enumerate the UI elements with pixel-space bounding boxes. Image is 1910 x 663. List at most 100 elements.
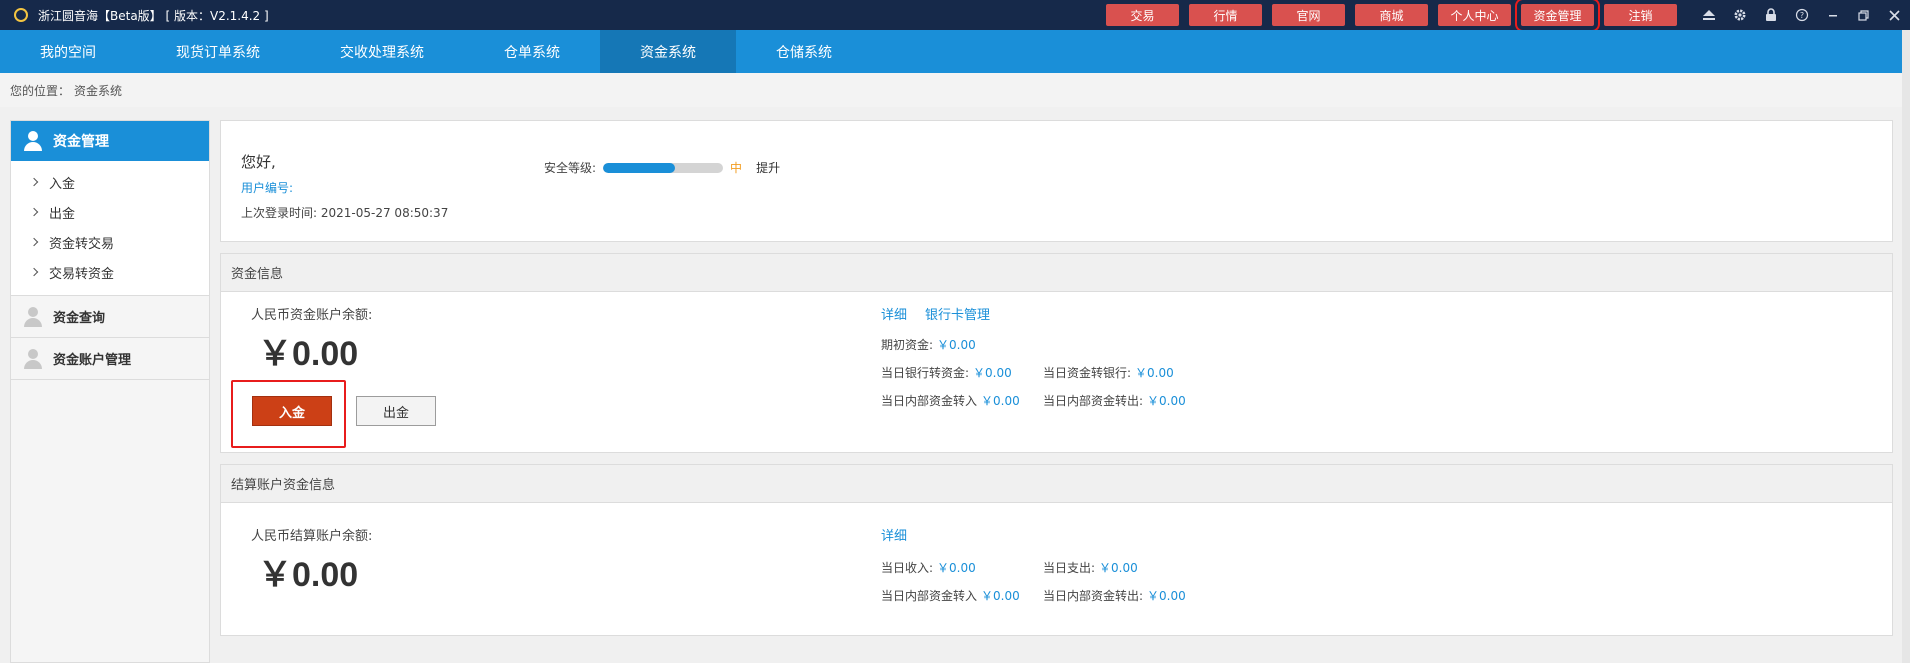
user-info-panel: 您好, 用户编号: 上次登录时间: 2021-05-27 08:50:37 安全… (220, 120, 1893, 242)
chevron-right-icon (29, 207, 39, 217)
sidebar-item-label: 交易转资金 (49, 266, 115, 282)
sidebar-item-fund-to-trade[interactable]: 资金转交易 (11, 227, 209, 257)
daily-expense-label: 当日支出: (1043, 561, 1096, 575)
help-icon[interactable]: ? (1786, 0, 1817, 30)
sidebar-header-fund-management[interactable]: 资金管理 (11, 121, 209, 161)
bank-card-management-link[interactable]: 银行卡管理 (925, 304, 990, 323)
personal-center-button[interactable]: 个人中心 (1438, 4, 1511, 26)
sidebar-item-label: 资金转交易 (49, 236, 115, 252)
bank-to-fund: 当日银行转资金: ￥0.00 (881, 364, 1012, 381)
daily-income-value: ￥0.00 (937, 561, 976, 575)
title-actions: 交易 行情 官网 商城 个人中心 资金管理 注销 ? (1106, 0, 1910, 32)
sidebar-item-label: 出金 (49, 206, 76, 222)
internal-out-value: ￥0.00 (1147, 394, 1186, 408)
app-logo-icon (14, 8, 28, 22)
last-login-label: 上次登录时间: (241, 206, 318, 220)
nav-funds-system[interactable]: 资金系统 (600, 30, 736, 73)
nav-my-space[interactable]: 我的空间 (0, 30, 136, 73)
fund-to-bank-value: ￥0.00 (1135, 366, 1174, 380)
upgrade-link[interactable]: 提升 (756, 159, 780, 176)
internal-in-label: 当日内部资金转入 (881, 394, 978, 408)
fund-balance-amount: ￥0.00 (258, 335, 359, 373)
sidebar-item-label: 入金 (49, 176, 76, 192)
title-bar: 浙江圆音海【Beta版】 [ 版本：V2.1.4.2 ] 交易 行情 官网 商城… (0, 0, 1910, 32)
sidebar-section-account-management[interactable]: 资金账户管理 (11, 338, 209, 380)
app-title: 浙江圆音海【Beta版】 [ 版本：V2.1.4.2 ] (38, 8, 269, 23)
user-icon (23, 306, 43, 327)
internal-out-label: 当日内部资金转出: (1043, 394, 1144, 408)
settlement-balance-label: 人民币结算账户余额: (251, 529, 373, 544)
settlement-internal-out-label: 当日内部资金转出: (1043, 589, 1144, 603)
security-label: 安全等级: (544, 161, 597, 175)
gear-icon[interactable] (1724, 0, 1755, 30)
internal-in: 当日内部资金转入 ￥0.00 (881, 392, 1020, 409)
opening-funds-value: ￥0.00 (937, 338, 976, 352)
daily-expense: 当日支出: ￥0.00 (1043, 559, 1138, 576)
fund-to-bank: 当日资金转银行: ￥0.00 (1043, 364, 1174, 381)
security-progress-bar (603, 162, 724, 173)
bank-to-fund-value: ￥0.00 (973, 366, 1012, 380)
daily-income-label: 当日收入: (881, 561, 934, 575)
bank-to-fund-label: 当日银行转资金: (881, 366, 970, 380)
trade-button[interactable]: 交易 (1106, 4, 1179, 26)
website-button[interactable]: 官网 (1272, 4, 1345, 26)
sidebar-item-withdraw[interactable]: 出金 (11, 197, 209, 227)
fund-to-bank-label: 当日资金转银行: (1043, 366, 1132, 380)
fund-balance-label: 人民币资金账户余额: (251, 308, 373, 323)
settlement-info-panel: 结算账户资金信息 人民币结算账户余额: ￥0.00 详细 当日收入: ￥0.00 … (220, 464, 1893, 636)
breadcrumb-current: 资金系统 (74, 83, 123, 98)
sidebar-section-fund-query[interactable]: 资金查询 (11, 296, 209, 338)
settlement-internal-in-value: ￥0.00 (981, 589, 1020, 603)
fund-info-title: 资金信息 (221, 254, 1892, 292)
sidebar-item-deposit[interactable]: 入金 (11, 167, 209, 197)
greeting: 您好, (241, 153, 276, 171)
sidebar-header-label: 资金管理 (53, 134, 109, 150)
sidebar-section-label: 资金查询 (53, 311, 106, 326)
settlement-links: 详细 (881, 525, 925, 544)
breadcrumb: 您的位置： 资金系统 (0, 73, 1902, 107)
close-icon[interactable] (1879, 0, 1910, 30)
opening-funds-label: 期初资金: (881, 338, 934, 352)
user-icon (23, 348, 43, 369)
minimize-icon[interactable] (1817, 0, 1848, 30)
sidebar-section-label: 资金账户管理 (53, 353, 132, 368)
fund-management-button[interactable]: 资金管理 (1515, 0, 1600, 32)
restore-icon[interactable] (1848, 0, 1879, 30)
daily-income: 当日收入: ￥0.00 (881, 559, 976, 576)
deposit-button[interactable]: 入金 (252, 396, 332, 426)
fund-info-panel: 资金信息 人民币资金账户余额: ￥0.00 入金 出金 详细 银行卡管理 期初资… (220, 253, 1893, 453)
breadcrumb-prefix: 您的位置： (10, 83, 71, 98)
logout-button[interactable]: 注销 (1604, 4, 1677, 26)
settlement-balance-amount: ￥0.00 (258, 556, 359, 594)
mall-button[interactable]: 商城 (1355, 4, 1428, 26)
internal-in-value: ￥0.00 (981, 394, 1020, 408)
lock-icon[interactable] (1755, 0, 1786, 30)
vertical-scrollbar[interactable] (1902, 30, 1910, 663)
security-level-value: 中 (730, 161, 743, 175)
fund-links: 详细 银行卡管理 (881, 304, 1008, 323)
svg-text:?: ? (1799, 11, 1803, 20)
sidebar: 资金管理 入金 出金 资金转交易 交易转资金 资金查询 资金账户管理 (10, 120, 210, 663)
security-level: 安全等级: 中 提升 (544, 159, 780, 176)
eject-icon[interactable] (1693, 0, 1724, 30)
settlement-internal-in-label: 当日内部资金转入 (881, 589, 978, 603)
settlement-internal-out: 当日内部资金转出: ￥0.00 (1043, 587, 1186, 604)
settlement-internal-out-value: ￥0.00 (1147, 589, 1186, 603)
nav-warehouse-receipts[interactable]: 仓单系统 (464, 30, 600, 73)
sidebar-submenu: 入金 出金 资金转交易 交易转资金 (11, 161, 209, 296)
market-button[interactable]: 行情 (1189, 4, 1262, 26)
main-nav: 我的空间 现货订单系统 交收处理系统 仓单系统 资金系统 仓储系统 (0, 30, 1910, 73)
settlement-details-link[interactable]: 详细 (881, 525, 907, 544)
settlement-info-title: 结算账户资金信息 (221, 465, 1892, 503)
withdraw-button[interactable]: 出金 (356, 396, 436, 426)
chevron-right-icon (29, 237, 39, 247)
sidebar-item-trade-to-fund[interactable]: 交易转资金 (11, 257, 209, 287)
daily-expense-value: ￥0.00 (1099, 561, 1138, 575)
user-id-label: 用户编号: (241, 181, 294, 195)
chevron-right-icon (29, 177, 39, 187)
last-login: 上次登录时间: 2021-05-27 08:50:37 (241, 204, 448, 221)
nav-storage[interactable]: 仓储系统 (736, 30, 872, 73)
nav-spot-orders[interactable]: 现货订单系统 (136, 30, 300, 73)
details-link[interactable]: 详细 (881, 304, 907, 323)
nav-delivery[interactable]: 交收处理系统 (300, 30, 464, 73)
